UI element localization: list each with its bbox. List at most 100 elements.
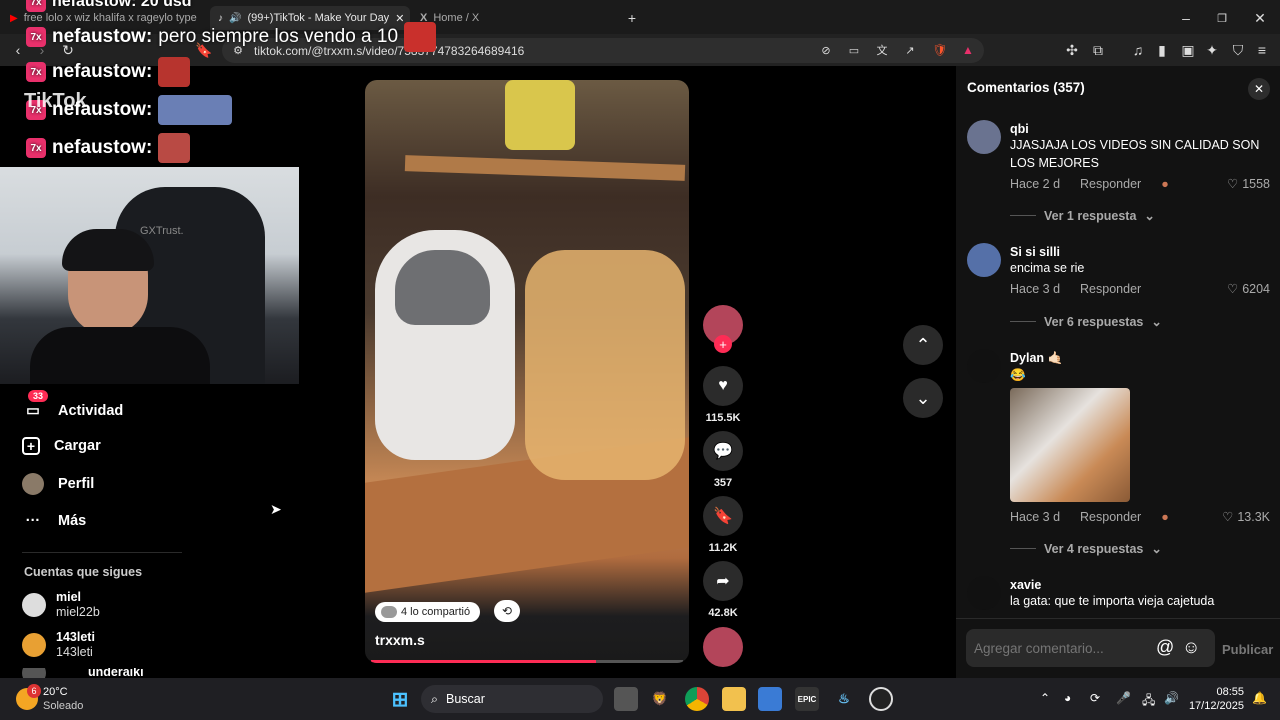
comment-avatar[interactable]	[967, 120, 1001, 154]
restore-icon[interactable]: ❐	[1212, 8, 1232, 28]
screenshot-icon[interactable]: ⧉	[1088, 40, 1108, 60]
comment-meta: Hace 3 d Responder ● ♡ 13.3K	[1010, 509, 1270, 525]
tray-overflow-icon[interactable]: ⌃	[1040, 691, 1050, 705]
new-tab-icon[interactable]: +	[622, 8, 642, 28]
chat-badge-icon: 7x	[26, 138, 46, 158]
taskbar-search[interactable]: ⌕ Buscar	[421, 685, 603, 713]
avatar	[22, 593, 46, 617]
video-progress-fill	[371, 660, 596, 663]
camera-off-icon[interactable]: ⊘	[818, 42, 834, 58]
jar	[505, 80, 575, 150]
tiktok-logo[interactable]: TikTok	[24, 90, 87, 113]
publish-button[interactable]: Publicar	[1222, 642, 1273, 657]
tab-x[interactable]: X Home / X	[420, 6, 610, 30]
sidebar-toggle-icon[interactable]: ▮	[1152, 40, 1172, 60]
steam-icon[interactable]: ♨	[832, 687, 856, 711]
video-player[interactable]: 4 lo compartió ⟲ trxxm.s	[365, 80, 689, 663]
divider	[956, 618, 1280, 619]
sidebar-item-perfil[interactable]: Perfil	[22, 473, 94, 495]
like-comment-icon[interactable]: ♡	[1227, 281, 1238, 296]
task-view-icon[interactable]	[614, 687, 638, 711]
view-replies-button[interactable]: Ver 1 respuesta ⌄	[1010, 208, 1155, 223]
back-icon[interactable]: ‹	[8, 40, 28, 60]
reply-button[interactable]: Responder	[1080, 510, 1141, 524]
following-item-miel[interactable]: miel miel22b	[22, 590, 100, 620]
comment-item: qbi JJASJAJA LOS VIDEOS SIN CALIDAD SON …	[1010, 122, 1260, 170]
comment-item: Dylan 🤙🏻 😂	[1010, 351, 1064, 382]
brave-icon[interactable]: 🦁	[648, 687, 672, 711]
close-comments-icon[interactable]: ✕	[1248, 78, 1270, 100]
brave-rewards-icon[interactable]: ▲	[960, 42, 976, 58]
reply-button[interactable]: Responder	[1080, 177, 1141, 191]
emoji-icon[interactable]: ☺	[1182, 637, 1200, 658]
like-button[interactable]: ♥ 115.5K	[703, 366, 743, 424]
comment-button[interactable]: 💬 357	[703, 431, 743, 489]
menu-icon[interactable]: ≡	[1252, 40, 1272, 60]
creator-liked-icon: ●	[1161, 509, 1169, 524]
video-progress[interactable]	[371, 660, 683, 663]
leo-ai-icon[interactable]: ✦	[1202, 40, 1222, 60]
share-button[interactable]: ➦ 42.8K	[703, 561, 743, 619]
emote-icon	[158, 57, 191, 87]
comment-image[interactable]	[1010, 388, 1130, 502]
network-icon[interactable]: 🖧	[1142, 691, 1155, 712]
minimize-icon[interactable]: –	[1176, 8, 1196, 28]
wallet-icon[interactable]: ▣	[1178, 40, 1198, 60]
author-avatar-button[interactable]: +	[703, 305, 743, 353]
sidebar-item-mas[interactable]: ··· Más	[22, 510, 86, 532]
following-item-143leti[interactable]: 143leti 143leti	[22, 630, 95, 660]
following-item-underaiki[interactable]: underaiki	[22, 668, 144, 678]
comment-text-field[interactable]	[974, 637, 1144, 659]
extensions-icon[interactable]: ✣	[1062, 40, 1082, 60]
clock-date[interactable]: 17/12/2025	[1188, 700, 1244, 712]
notifications-icon[interactable]: 🔔	[1252, 691, 1267, 705]
comment-input[interactable]: @ ☺	[966, 629, 1215, 667]
beanie	[62, 229, 154, 271]
translate-icon[interactable]: 文	[874, 42, 890, 58]
sync-icon[interactable]: ⟳	[1090, 691, 1100, 705]
shared-pill[interactable]: 4 lo compartió	[375, 602, 481, 622]
mention-icon[interactable]: @	[1156, 637, 1174, 658]
store-icon[interactable]	[758, 687, 782, 711]
windows-start-icon[interactable]: ⊞	[388, 687, 412, 711]
mouse-cursor-icon: ➤	[270, 501, 282, 517]
sidebar-item-cargar[interactable]: + Cargar	[22, 437, 101, 455]
clock-time[interactable]: 08:55	[1206, 686, 1244, 698]
chrome-icon[interactable]	[685, 687, 709, 711]
file-explorer-icon[interactable]	[722, 687, 746, 711]
emote-icon	[158, 133, 191, 163]
next-video-button[interactable]: ⌄	[903, 378, 943, 418]
volume-icon[interactable]: 🔊	[1164, 691, 1179, 705]
chevron-down-icon: ⌄	[915, 387, 931, 408]
cast-icon[interactable]: ▭	[846, 42, 862, 58]
reply-button[interactable]: Responder	[1080, 282, 1141, 296]
comment-avatar[interactable]	[967, 349, 1001, 383]
vpn-icon[interactable]: ⛉	[1228, 40, 1248, 60]
stream-chat-line: 7x nefaustow:	[26, 133, 191, 163]
epic-games-icon[interactable]: EPIC	[795, 687, 819, 711]
follow-plus-icon[interactable]: +	[714, 335, 732, 353]
close-window-icon[interactable]: ✕	[1250, 8, 1270, 28]
microphone-icon[interactable]: 🎤	[1116, 691, 1131, 705]
like-comment-icon[interactable]: ♡	[1227, 176, 1238, 191]
previous-video-button[interactable]: ⌃	[903, 325, 943, 365]
sidebar-item-actividad[interactable]: ▭ 33 Actividad	[22, 390, 123, 422]
comments-title: Comentarios (357)	[967, 80, 1085, 95]
view-replies-button[interactable]: Ver 4 respuestas ⌄	[1010, 541, 1162, 556]
like-comment-icon[interactable]: ♡	[1222, 509, 1233, 524]
video-author[interactable]: trxxm.s	[375, 632, 425, 648]
repost-icon[interactable]: ⟲	[494, 600, 520, 622]
brave-shield-icon[interactable]: 🛡	[932, 42, 948, 58]
obs-icon[interactable]	[869, 687, 893, 711]
comment-avatar[interactable]	[967, 576, 1001, 610]
view-replies-button[interactable]: Ver 6 respuestas ⌄	[1010, 314, 1162, 329]
more-icon: ···	[25, 513, 41, 529]
share-icon[interactable]: ↗	[902, 42, 918, 58]
comment-avatar[interactable]	[967, 243, 1001, 277]
sound-avatar-button[interactable]	[703, 627, 743, 667]
chat-badge-icon: 7x	[26, 0, 46, 12]
media-icon[interactable]: ♫	[1128, 40, 1148, 60]
discord-icon[interactable]: ◕	[1064, 691, 1071, 705]
save-button[interactable]: 🔖 11.2K	[703, 496, 743, 554]
search-icon: ⌕	[431, 691, 439, 706]
